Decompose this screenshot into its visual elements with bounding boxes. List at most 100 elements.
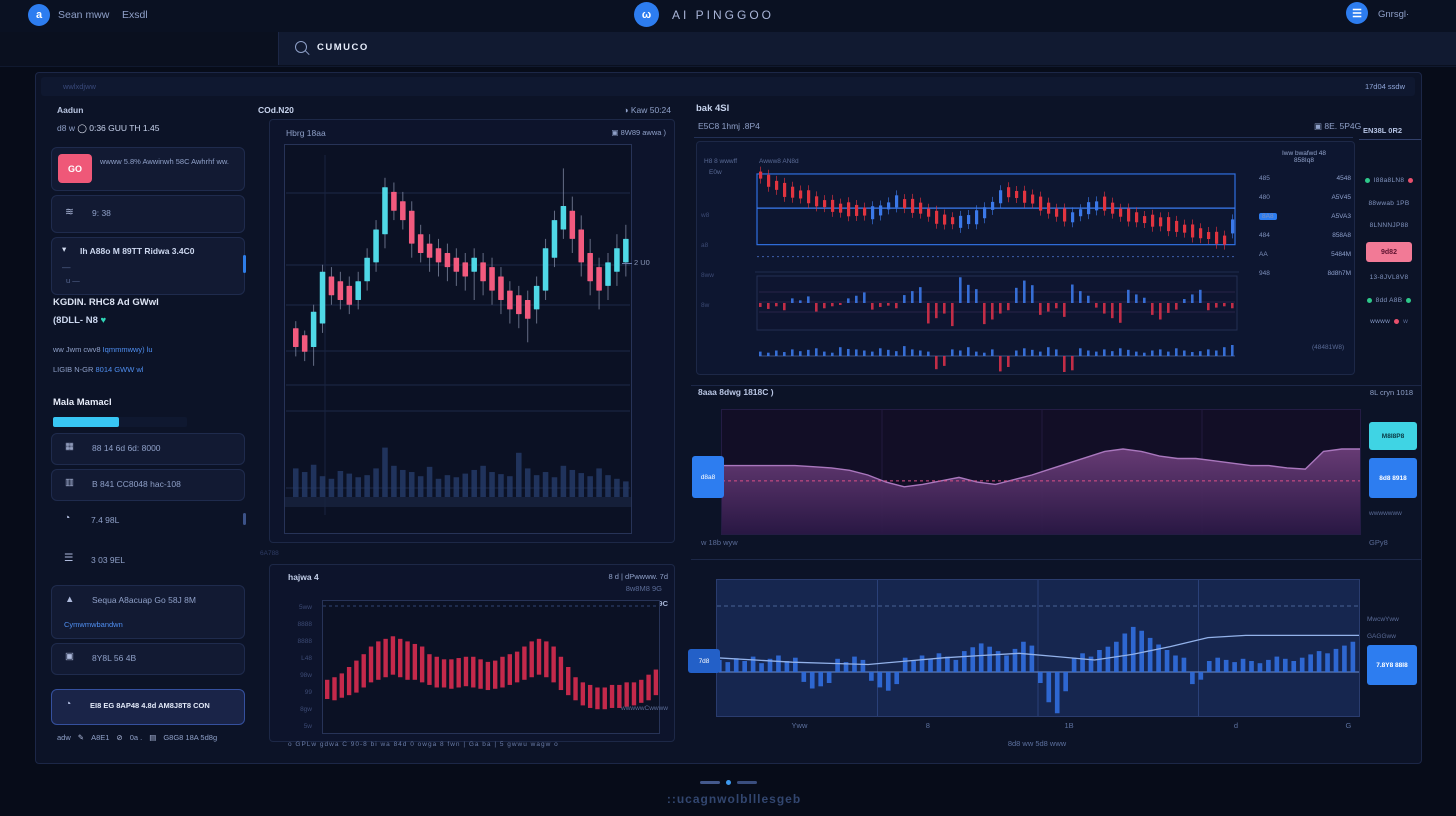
cyan-button[interactable]: M8I8P8 [1369,422,1417,450]
card-icon[interactable]: ▤ [149,733,156,742]
area-panel-title: 8aaa 8dwg 1818C ) [698,387,774,397]
price-scale-left: 948 [1259,270,1270,277]
image-icon: ▣ [65,651,74,662]
sidebar-item-bank[interactable]: ▥ B 841 CC8048 hac-108 [51,469,245,501]
signals-header: EN38L 0R2 [1363,126,1402,135]
footer-text-1: adw [57,733,71,742]
right-panel-subtitle: E5C8 1hmj .8P4 [698,121,760,131]
flow-label-2: GAGGww [1367,633,1396,640]
bank-icon: ▥ [65,477,74,488]
promo-badge: GO [58,154,92,183]
flow-histogram-chart[interactable] [716,579,1360,717]
promo-card[interactable]: GO wwww 5.8% Awwinwh 58C Awhrhf ww. [51,147,245,191]
progress-track [53,417,187,427]
block-icon[interactable]: ⊘ [116,733,122,742]
flow-label-1: MwcwYww [1367,616,1399,623]
scale-header-line1: Iww bwafwd 48 [1257,150,1351,157]
y-tick-label: 8ww [701,272,714,279]
toolbar-right-text[interactable]: 17d04 ssdw [1365,82,1405,91]
dropdown-label: Ih A88o M 89TT Ridwa 3.4C0 [80,246,235,256]
promo-text: wwww 5.8% Awwinwh 58C Awhrhf ww. [100,155,238,168]
signals-underline [1359,139,1421,140]
sidebar-item-image[interactable]: ▣ 8Y8L 56 4B [51,643,245,675]
sidebar-item-label: 7.4 98L [91,515,119,525]
clock-icon: ◔ [65,698,71,710]
window-icon: ▣ [611,128,618,137]
price-tick [622,263,632,264]
scale-header-line2: 858Iq8 [1257,157,1351,164]
chart-title: Hbrg 18aa [286,128,326,138]
dropdown-sub: u — [66,276,80,285]
y-tick-label: 8888 [298,638,312,645]
sidebar-item-active[interactable]: ◔ EI8 EG 8AP48 4.8d AM8J8T8 CON [51,689,245,725]
para2-link[interactable]: 8014 GWW wl [96,365,144,374]
range-band-card: hajwa 4 8 d | dPwwww. 7d 8w8M8 9G 8N 8 8… [269,564,675,742]
whale-item[interactable]: ≋ 9: 38 [51,195,245,233]
main-container: wwlxdjww 17d04 ssdw Aadun d8 w ◯ 0:36 GU… [35,72,1422,764]
sidebar-item-chat[interactable]: ☰ 3 03 9EL [51,547,243,575]
center-logo-glyph: ω [642,9,651,21]
status-dot-left [1367,298,1372,303]
main-candlestick-chart[interactable] [284,144,632,534]
search-bar-row: CUMUCO [0,32,1456,67]
center-logo-icon[interactable]: ω [634,2,659,27]
account-label[interactable]: Gnrsgl· [1378,9,1409,20]
cyan-button-label: M8I8P8 [1382,433,1404,440]
account-icon[interactable]: ☰ [1346,2,1368,24]
sentiment-area-chart[interactable] [721,409,1361,535]
y-tick-label: 8gw [300,706,312,713]
pagination-dot[interactable] [726,780,731,785]
mountains-icon: ▲ [65,594,71,605]
ring-icon: ◯ [77,123,87,134]
pagination-dash-1[interactable] [700,781,720,784]
alert-badge[interactable]: ▣ 8E. 5P4G [1314,121,1361,132]
price-scale-right: 8d8h7M [1328,270,1352,277]
divider [691,385,1421,386]
app-logo-icon[interactable]: a [28,4,50,26]
sidebar-item-mountains[interactable]: ▲ Sequa A8acuap Go 58J 8M Cymwmwbandwn [51,585,245,639]
x-tick-label: 8 [926,721,930,730]
app-window: a Sean mww Exsdl ω AI PINGGOO ☰ Gnrsgl· … [0,0,1456,816]
area-left-chip[interactable]: d8a8 [692,456,724,498]
blue-button-label: 8d8 8918 [1379,475,1406,482]
flow-button-label: 7.8Y8 88I8 [1376,662,1407,669]
blue-button[interactable]: 8d8 8918 [1369,458,1417,498]
sidebar-scrollbar-thumb[interactable] [243,255,246,273]
status-dot-left [1365,178,1370,183]
footer-text-4: G8G8 18A 5d8g [163,733,217,742]
dropdown-dash: — [62,262,71,272]
y-tick-label: 8888 [298,621,312,628]
sidebar-subline: (8DLL- N8 ♥ [53,315,106,326]
price-scale-row: 484858A8 [1259,232,1351,239]
pagination-dash-2[interactable] [737,781,757,784]
sidebar-item-label: 8Y8L 56 4B [92,653,136,663]
chart-label-1: H8 8 wwwff [704,158,737,165]
sidebar-item-link[interactable]: Cymwmwbandwn [64,620,123,629]
chevron-down-icon[interactable]: ▾ [62,244,66,255]
range-band-chart[interactable] [322,600,660,734]
sidebar-item-power[interactable]: ◔ 7.4 98L [51,507,243,535]
signal-pink-button[interactable]: 9d82 [1366,242,1412,262]
signal-row: I88a8LN8 [1355,177,1423,184]
flow-button[interactable]: 7.8Y8 88I8 [1367,645,1417,685]
pencil-icon[interactable]: ✎ [78,733,84,742]
search-query[interactable]: CUMUCO [317,42,369,53]
signal-label: 13-8JVL8V8 [1370,274,1409,281]
y-tick-label: L48 [301,655,312,662]
search-icon-handle [304,50,309,55]
sidebar-scrollbar-dash[interactable] [243,513,246,525]
right-candlestick-chart[interactable] [755,150,1239,372]
chart-toolbar[interactable]: ▣ 8W89 awwa ) [611,128,666,137]
signal-label: 8dd A8B [1376,297,1403,304]
flow-chip-text: 7d8 [699,658,710,665]
sidebar-item-calendar[interactable]: ▦ 88 14 6d 6d: 8000 [51,433,245,465]
sidebar-para1: ww Jwm cwv8 Iqmmmwwy) lu [53,345,238,354]
half-circle-icon: ◑ [623,105,628,115]
search-field[interactable]: CUMUCO [278,32,1456,65]
para1-link[interactable]: Iqmmmwwy) lu [103,345,153,354]
flow-left-chip[interactable]: 7d8 [688,649,720,673]
stat-prefix: d8 w [57,123,75,133]
brand-label[interactable]: Sean mww [58,9,109,21]
menu-item[interactable]: Exsdl [122,9,148,21]
dropdown-card[interactable]: ▾ Ih A88o M 89TT Ridwa 3.4C0 — u — [51,237,245,295]
